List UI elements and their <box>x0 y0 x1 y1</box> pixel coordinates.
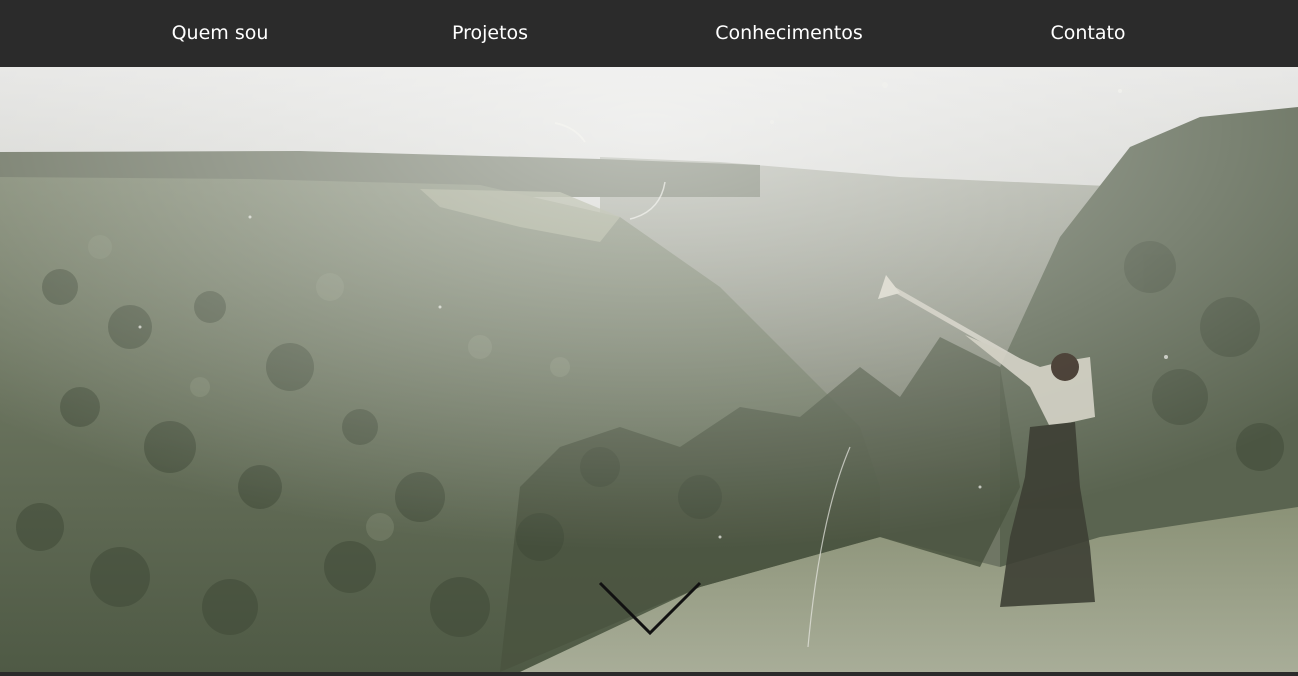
nav-link-contato[interactable]: Contato <box>1050 0 1125 67</box>
bottom-edge <box>0 672 1298 676</box>
nav-link-projetos[interactable]: Projetos <box>452 0 528 67</box>
top-navbar: Quem sou Projetos Conhecimentos Contato <box>0 0 1298 67</box>
nav-link-quem-sou[interactable]: Quem sou <box>172 0 269 67</box>
chevron-down-icon[interactable] <box>596 575 704 639</box>
hero-banner <box>0 67 1298 672</box>
nav-link-conhecimentos[interactable]: Conhecimentos <box>715 0 863 67</box>
